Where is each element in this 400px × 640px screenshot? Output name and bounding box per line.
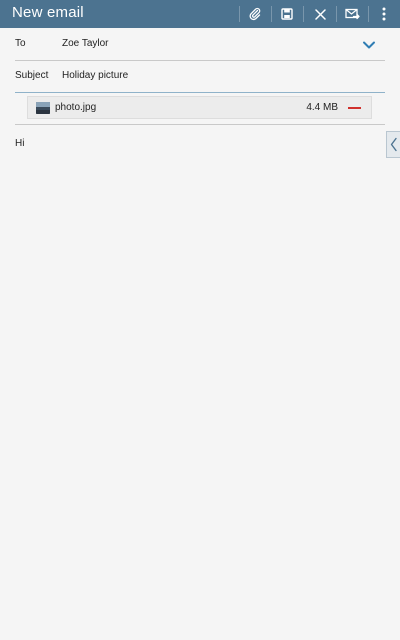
discard-button[interactable] [305,0,335,28]
attachment-name: photo.jpg [55,102,97,113]
save-icon [281,8,293,20]
save-draft-button[interactable] [272,0,302,28]
to-field[interactable]: Zoe Taylor [62,38,109,49]
remove-attachment-button[interactable] [347,103,363,113]
divider [15,124,385,125]
side-panel-handle[interactable] [386,131,400,158]
to-row: To Zoe Taylor [15,29,385,61]
attachment-size: 4.4 MB [306,102,338,113]
chevron-left-icon [390,137,397,152]
send-button[interactable] [337,0,367,28]
expand-recipients-button[interactable] [361,37,377,53]
compose-screen: New email To Zoe Taylor Subject Holiday … [0,0,400,640]
page-title: New email [12,4,84,21]
image-thumbnail-icon [36,102,50,114]
attach-icon [249,7,261,21]
chevron-down-icon [363,41,375,49]
subject-label: Subject [15,70,49,81]
attach-button[interactable] [240,0,270,28]
message-body[interactable]: Hi [15,138,24,149]
subject-field[interactable]: Holiday picture [62,70,128,81]
action-bar: New email [0,0,400,28]
to-label: To [15,38,26,49]
attachment-item[interactable]: photo.jpg 4.4 MB [27,96,372,119]
divider [15,92,385,93]
close-icon [314,8,326,20]
overflow-menu-icon [382,7,386,21]
action-divider [303,6,304,22]
overflow-menu-button[interactable] [369,0,399,28]
send-icon [344,8,360,20]
subject-row: Subject Holiday picture [15,61,385,93]
